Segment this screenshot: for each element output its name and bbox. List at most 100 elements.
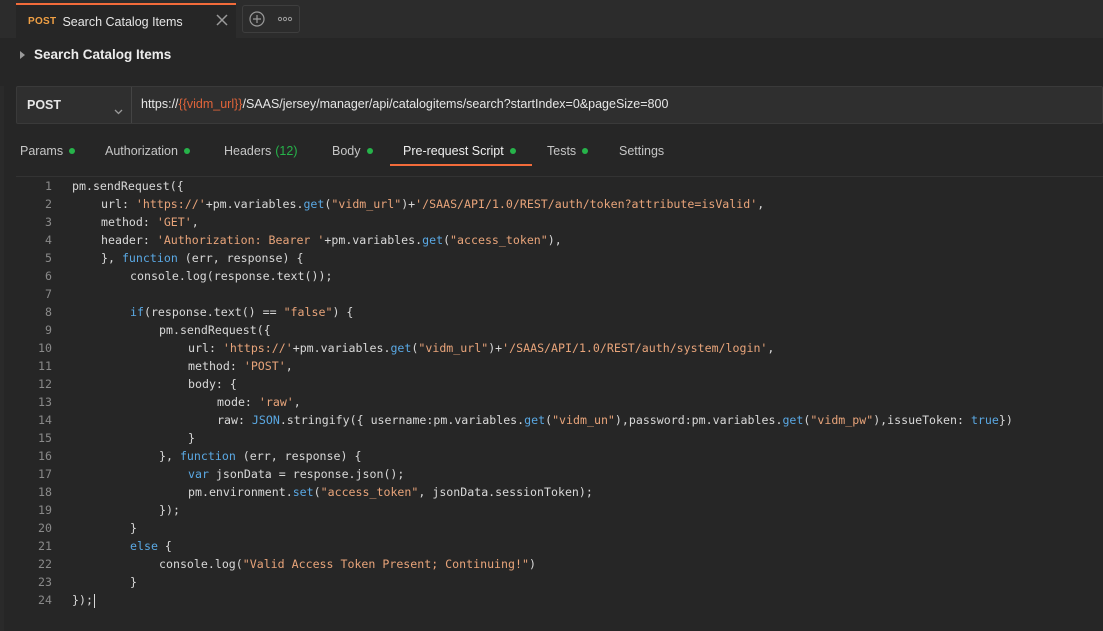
line-number: 23: [38, 575, 52, 589]
code-lines[interactable]: pm.sendRequest({ url: 'https://'+pm.varia…: [72, 177, 1103, 609]
code-token: url:: [188, 341, 223, 355]
code-token: ),password:pm.variables.: [614, 413, 783, 427]
code-line: }, function (err, response) {: [72, 249, 1103, 267]
line-number: 9: [45, 323, 52, 337]
code-token: pm.sendRequest({: [159, 323, 271, 337]
code-line: pm.sendRequest({: [72, 177, 1103, 195]
more-icon[interactable]: [271, 6, 299, 32]
tab-tests[interactable]: Tests: [547, 144, 589, 158]
code-token: get: [524, 413, 546, 427]
tab-authorization[interactable]: Authorization: [105, 144, 190, 158]
code-token: (err, response) {: [235, 449, 362, 463]
code-line: header: 'Authorization: Bearer '+pm.vari…: [72, 231, 1103, 249]
code-token: ,: [285, 359, 293, 373]
tab-headers[interactable]: Headers (12): [224, 144, 297, 158]
code-line: url: 'https://'+pm.variables.get("vidm_u…: [72, 195, 1103, 213]
code-token: "access_token": [450, 233, 548, 247]
code-line: raw: JSON.stringify({ username:pm.variab…: [72, 411, 1103, 429]
code-token: "vidm_un": [552, 413, 615, 427]
code-line: console.log("Valid Access Token Present;…: [72, 555, 1103, 573]
code-line: else {: [72, 537, 1103, 555]
code-token: )+: [401, 197, 416, 211]
tab-params[interactable]: Params: [20, 144, 76, 158]
code-token: mode:: [217, 395, 259, 409]
tab-tests-label: Tests: [547, 144, 577, 158]
line-number: 14: [38, 413, 52, 427]
code-line: }, function (err, response) {: [72, 447, 1103, 465]
close-icon[interactable]: [214, 12, 230, 28]
code-token: )+: [488, 341, 503, 355]
line-number: 17: [38, 467, 52, 481]
code-token: }: [130, 575, 137, 589]
url-input[interactable]: https://{{vidm_url}}/SAAS/jersey/manager…: [141, 97, 668, 111]
status-dot: [366, 148, 373, 154]
code-token: ),: [547, 233, 562, 247]
line-number: 1: [45, 179, 52, 193]
line-number: 10: [38, 341, 52, 355]
code-token: set: [292, 485, 314, 499]
line-number: 8: [45, 305, 52, 319]
code-token: 'Authorization: Bearer ': [156, 233, 325, 247]
code-token: },: [159, 449, 180, 463]
request-title: Search Catalog Items: [34, 47, 172, 62]
code-token: (response.text() ==: [143, 305, 284, 319]
code-token: pm.sendRequest({: [72, 179, 184, 193]
caret-right-icon[interactable]: [20, 51, 25, 59]
line-number: 21: [38, 539, 52, 553]
code-line: console.log(response.text());: [72, 267, 1103, 285]
code-token: '/SAAS/API/1.0/REST/auth/system/login': [502, 341, 768, 355]
line-number: 20: [38, 521, 52, 535]
code-token: ,: [191, 215, 199, 229]
code-line: }: [72, 573, 1103, 591]
code-token: function: [179, 449, 236, 463]
code-token: JSON: [251, 413, 280, 427]
request-subtabs: Params Authorization Headers (12) Body Pr…: [0, 136, 1103, 168]
code-token: get: [390, 341, 412, 355]
tab-headers-label: Headers: [224, 144, 272, 158]
code-line: if(response.text() == "false") {: [72, 303, 1103, 321]
code-token: ,: [767, 341, 775, 355]
status-dot: [509, 148, 516, 154]
line-number-gutter: 1 2 3 4 5 6 7 8 9 10 11 12 13 14 15 16 17 18 19 20 21 22 23 24: [16, 177, 60, 631]
headers-count: (12): [275, 144, 298, 158]
code-token: });: [72, 593, 93, 607]
request-tab-bar: POST Search Catalog Items: [0, 0, 1103, 38]
code-token: '/SAAS/API/1.0/REST/auth/token?attribute…: [415, 197, 758, 211]
code-line: });: [72, 591, 1103, 609]
method-select[interactable]: POST: [17, 87, 131, 123]
line-number: 22: [38, 557, 52, 571]
line-number: 13: [38, 395, 52, 409]
tab-body[interactable]: Body: [332, 144, 373, 158]
code-token: get: [303, 197, 325, 211]
code-line: mode: 'raw',: [72, 393, 1103, 411]
code-token: ,: [293, 395, 301, 409]
code-token: url:: [101, 197, 136, 211]
request-tab[interactable]: POST Search Catalog Items: [16, 3, 236, 38]
code-token: "access_token": [320, 485, 419, 499]
code-token: , jsonData.sessionToken);: [418, 485, 593, 499]
tab-settings-label: Settings: [619, 144, 665, 158]
request-tab-title: Search Catalog Items: [62, 14, 183, 29]
plus-circle-icon[interactable]: [243, 6, 271, 32]
script-editor[interactable]: 1 2 3 4 5 6 7 8 9 10 11 12 13 14 15 16 17 18 19 20 21 22 23 24 …: [16, 177, 1103, 631]
code-line: method: 'POST',: [72, 357, 1103, 375]
tab-pre-request-script[interactable]: Pre-request Script: [403, 144, 516, 158]
code-line: });: [72, 501, 1103, 519]
status-dot: [183, 148, 190, 154]
code-token: 'https://': [135, 197, 206, 211]
line-number: 24: [38, 593, 52, 607]
line-number: 18: [38, 485, 52, 499]
code-token: .stringify({ username:pm.variables.: [279, 413, 525, 427]
code-token: var: [188, 467, 209, 481]
code-token: 'GET': [156, 215, 192, 229]
code-line: body: {: [72, 375, 1103, 393]
status-dot: [582, 148, 589, 154]
line-number: 4: [45, 233, 52, 247]
code-token: body: {: [188, 377, 237, 391]
line-number: 3: [45, 215, 52, 229]
code-token: }): [998, 413, 1013, 427]
code-token: }: [130, 521, 137, 535]
tab-settings[interactable]: Settings: [619, 144, 664, 158]
code-line: url: 'https://'+pm.variables.get("vidm_u…: [72, 339, 1103, 357]
line-number: 7: [45, 287, 52, 301]
